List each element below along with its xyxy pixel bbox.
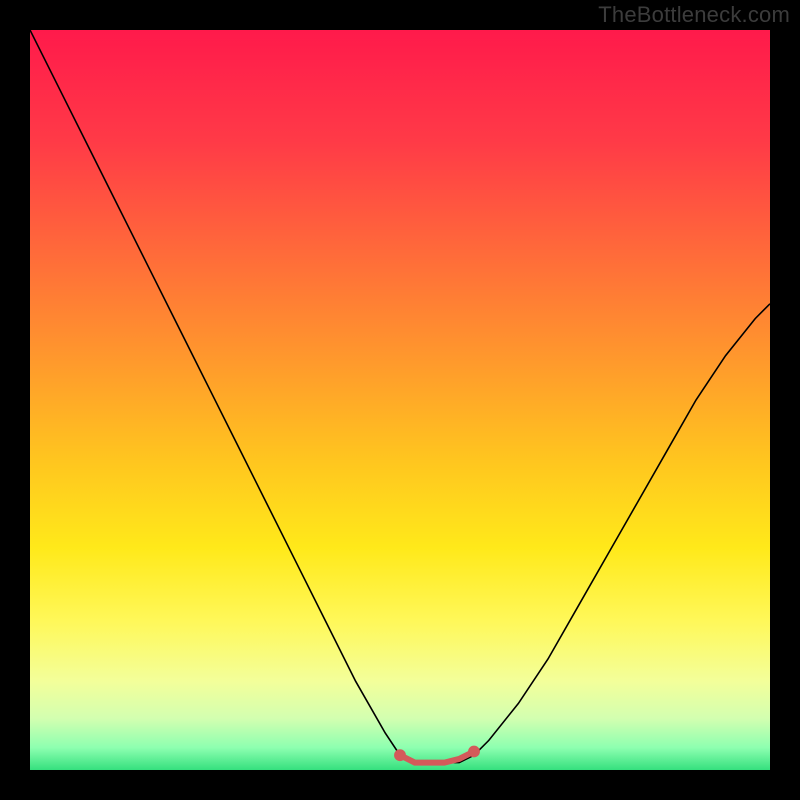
main-curve [30, 30, 770, 763]
chart-frame: TheBottleneck.com [0, 0, 800, 800]
plot-area [30, 30, 770, 770]
valley-cap-left [394, 749, 406, 761]
watermark-text: TheBottleneck.com [598, 2, 790, 28]
valley-cap-right [468, 746, 480, 758]
curve-layer [30, 30, 770, 770]
